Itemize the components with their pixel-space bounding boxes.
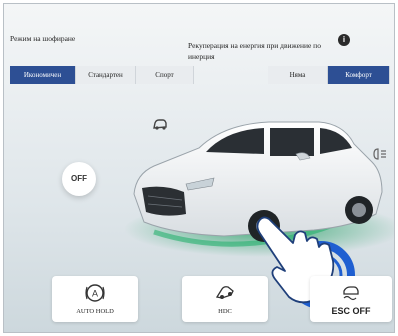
- svg-text:A: A: [92, 289, 98, 299]
- regen-label: Рекуперация на енергия при движение по и…: [188, 41, 321, 61]
- regen-mode-tabs: Няма Комфорт: [268, 66, 390, 84]
- esc-off-icon: [343, 286, 359, 301]
- tab-standard[interactable]: Стандартен: [76, 66, 136, 84]
- drive-mode-tabs: Икономичен Стандартен Спорт: [10, 66, 194, 84]
- hdc-button[interactable]: HDC: [182, 276, 268, 322]
- esc-off-label: ESC OFF: [331, 306, 371, 316]
- vehicle-settings-panel: Режим на шофиране Рекуперация на енергия…: [3, 3, 395, 333]
- auto-hold-button[interactable]: A AUTO HOLD: [52, 276, 138, 322]
- drive-mode-label: Режим на шофиране: [10, 34, 76, 43]
- hdc-label: HDC: [218, 308, 232, 315]
- info-icon[interactable]: i: [338, 34, 350, 46]
- tab-economy[interactable]: Икономичен: [10, 66, 76, 84]
- tab-regen-none[interactable]: Няма: [268, 66, 328, 84]
- hill-descent-icon: [215, 286, 234, 299]
- esc-off-button[interactable]: ESC OFF: [310, 276, 392, 322]
- auto-hold-icon: A: [85, 284, 105, 302]
- off-toggle-button[interactable]: OFF: [62, 162, 96, 196]
- auto-hold-label: AUTO HOLD: [76, 308, 114, 315]
- tab-regen-comfort[interactable]: Комфорт: [328, 66, 390, 84]
- tab-sport[interactable]: Спорт: [136, 66, 194, 84]
